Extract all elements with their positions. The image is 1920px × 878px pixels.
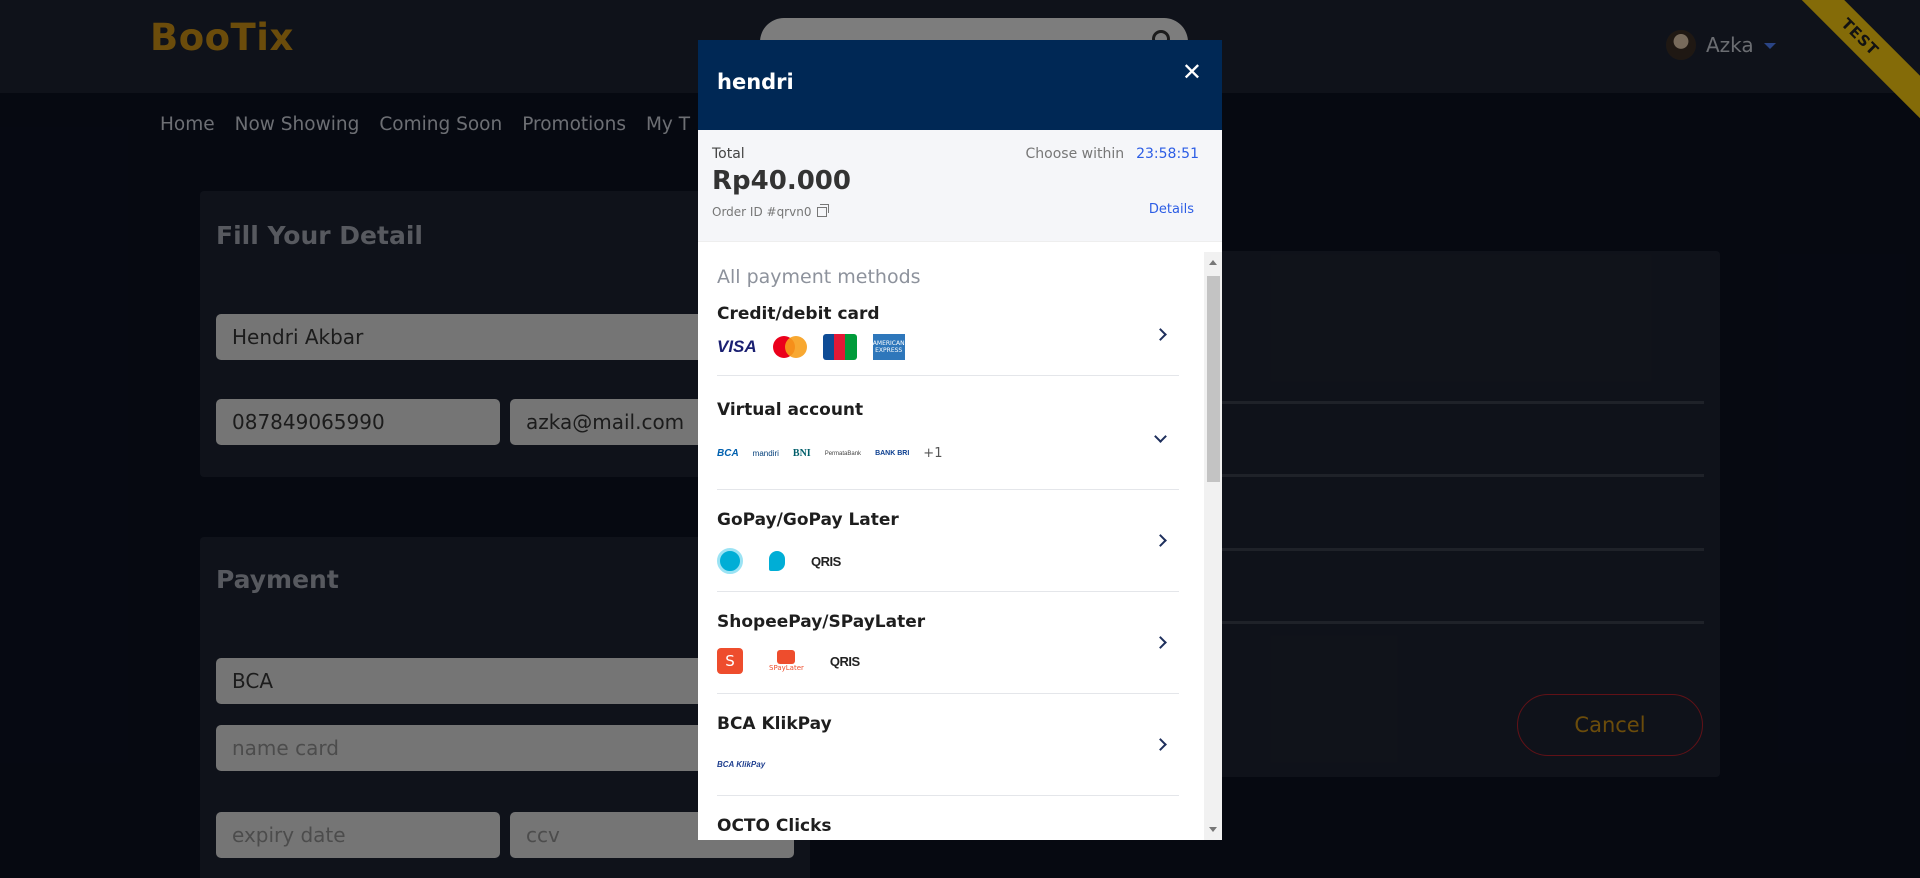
- jcb-logo: [822, 334, 857, 360]
- method-virtual-account[interactable]: Virtual account BCA mandiri BNI PermataB…: [717, 376, 1179, 490]
- method-logos: VISA AMERICAN EXPRESS: [717, 334, 905, 360]
- gopay-logo: [717, 548, 743, 574]
- copy-icon[interactable]: [817, 204, 830, 217]
- visa-logo: VISA: [717, 337, 757, 356]
- modal-scrollbar[interactable]: [1204, 252, 1222, 840]
- bri-logo: BANK BRI: [875, 450, 910, 457]
- bca-klikpay-logo: BCA KlikPay: [717, 760, 766, 769]
- bni-logo: BNI: [792, 448, 811, 459]
- order-summary: Total Rp40.000 Order ID #qrvn0 Choose wi…: [698, 130, 1222, 242]
- amex-logo: AMERICAN EXPRESS: [872, 334, 905, 360]
- modal-header: hendri ✕: [698, 40, 1222, 130]
- chevron-right-icon: [1154, 636, 1167, 649]
- shopeepay-logo: S: [717, 648, 743, 674]
- method-name: OCTO Clicks: [717, 816, 832, 836]
- chevron-right-icon: [1154, 328, 1167, 341]
- method-name: Credit/debit card: [717, 304, 880, 324]
- gopaylater-logo: [769, 551, 785, 571]
- bca-logo: BCA: [717, 448, 739, 459]
- choose-within-label: Choose within: [1025, 146, 1125, 162]
- total-amount: Rp40.000: [712, 166, 851, 196]
- chevron-down-icon: [1154, 430, 1167, 443]
- method-bca-klikpay[interactable]: BCA KlikPay BCA KlikPay: [717, 694, 1179, 796]
- qris-logo: QRIS: [829, 653, 860, 669]
- close-icon[interactable]: ✕: [1182, 58, 1202, 86]
- payment-modal: hendri ✕ Total Rp40.000 Order ID #qrvn0 …: [698, 40, 1222, 840]
- chevron-right-icon: [1154, 534, 1167, 547]
- section-title: All payment methods: [717, 266, 921, 288]
- countdown: Choose within 23:58:51: [1026, 146, 1200, 162]
- more-banks-count: +1: [923, 446, 943, 461]
- order-id-text: Order ID #qrvn0: [712, 205, 812, 219]
- method-logos: QRIS: [717, 548, 841, 574]
- total-label: Total: [712, 146, 745, 162]
- method-logos: S SPayLater QRIS: [717, 648, 860, 674]
- details-link[interactable]: Details: [1149, 202, 1194, 217]
- spaylater-logo: SPayLater: [769, 650, 804, 672]
- scroll-down-icon[interactable]: [1209, 827, 1217, 832]
- permata-logo: PermataBank: [824, 450, 862, 457]
- mastercard-logo: [772, 336, 807, 358]
- method-name: ShopeePay/SPayLater: [717, 612, 926, 632]
- method-name: GoPay/GoPay Later: [717, 510, 899, 530]
- method-gopay[interactable]: GoPay/GoPay Later QRIS: [717, 490, 1179, 592]
- method-credit-card[interactable]: Credit/debit card VISA AMERICAN EXPRESS: [717, 296, 1179, 376]
- method-name: BCA KlikPay: [717, 714, 832, 734]
- modal-title: hendri: [717, 70, 794, 94]
- method-name: Virtual account: [717, 400, 864, 420]
- qris-logo: QRIS: [811, 553, 841, 569]
- scroll-up-icon[interactable]: [1209, 260, 1217, 265]
- mandiri-logo: mandiri: [752, 449, 779, 458]
- method-logos: BCA mandiri BNI PermataBank BANK BRI +1: [717, 446, 942, 461]
- chevron-right-icon: [1154, 738, 1167, 751]
- order-id: Order ID #qrvn0: [712, 204, 830, 219]
- method-octo-clicks[interactable]: OCTO Clicks: [717, 796, 1179, 840]
- method-shopeepay[interactable]: ShopeePay/SPayLater S SPayLater QRIS: [717, 592, 1179, 694]
- scrollbar-thumb[interactable]: [1207, 276, 1220, 482]
- countdown-timer: 23:58:51: [1136, 146, 1199, 162]
- method-logos: BCA KlikPay: [717, 760, 765, 769]
- payment-methods-list[interactable]: All payment methods Credit/debit card VI…: [698, 252, 1222, 840]
